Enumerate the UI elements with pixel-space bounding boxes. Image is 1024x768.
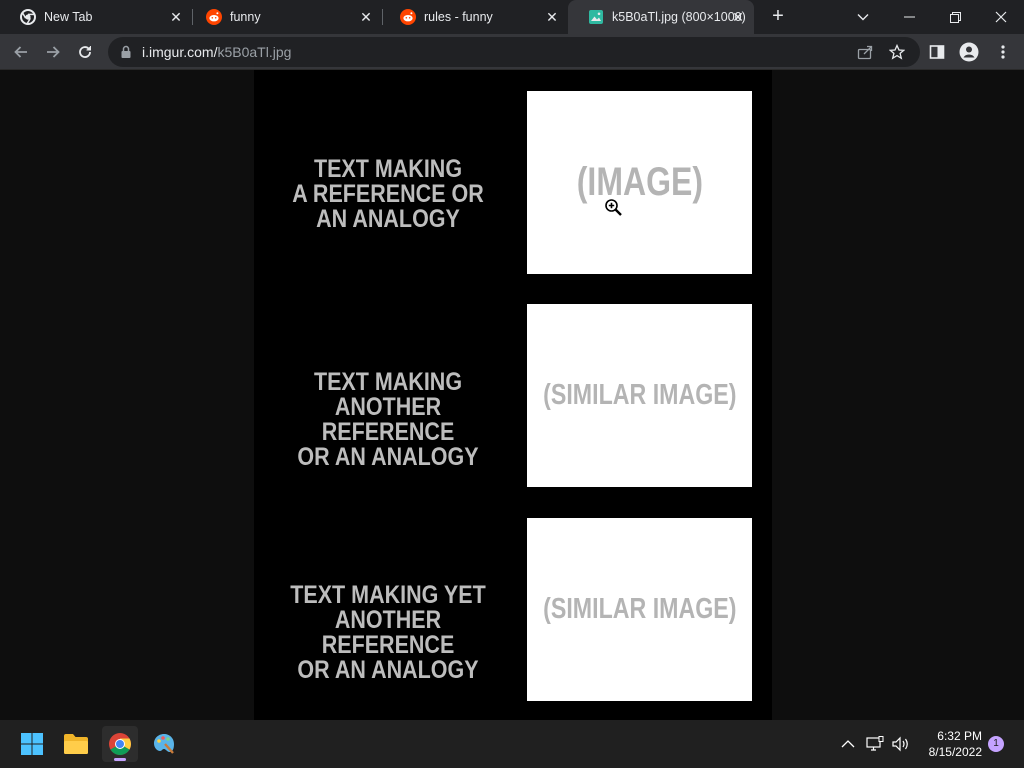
meme-text-line: ANOTHER REFERENCE — [321, 393, 455, 446]
meme-text-line: TEXT MAKING YET — [290, 581, 486, 609]
close-icon[interactable]: ✕ — [544, 9, 560, 25]
paint-palette-icon — [154, 734, 174, 754]
meme-text: TEXT MAKING A REFERENCE OR AN ANALOGY — [273, 157, 503, 232]
chevron-down-icon — [857, 14, 869, 21]
url-text: i.imgur.com/k5B0aTl.jpg — [142, 44, 291, 60]
arrow-right-icon — [47, 46, 60, 58]
tab-search-button[interactable] — [840, 0, 886, 34]
clock[interactable]: 6:32 PM 8/15/2022 — [916, 728, 982, 760]
browser-toolbar: i.imgur.com/k5B0aTl.jpg — [0, 34, 1024, 70]
meme-text: TEXT MAKING YET ANOTHER REFERENCE OR AN … — [273, 583, 503, 683]
meme-text-line: ANOTHER REFERENCE — [321, 606, 455, 659]
meme-text-line: AN ANALOGY — [316, 205, 460, 233]
profile-icon — [959, 42, 979, 62]
reload-button[interactable] — [72, 39, 98, 65]
minimize-button[interactable] — [886, 0, 932, 34]
url-path: k5B0aTl.jpg — [217, 44, 292, 60]
reddit-icon — [206, 9, 222, 25]
image-panel: (SIMILAR IMAGE) — [527, 304, 752, 487]
restore-icon — [949, 11, 961, 23]
minimize-icon — [903, 16, 915, 18]
clock-time: 6:32 PM — [937, 729, 982, 743]
share-button[interactable] — [852, 39, 878, 65]
chrome-icon — [109, 733, 131, 755]
tab-strip: New Tab ✕ funny ✕ rules - funny ✕ k5B0aT… — [0, 0, 1024, 34]
image-panel: (IMAGE) — [527, 91, 752, 274]
panel-label: (IMAGE) — [576, 160, 703, 204]
meme-text-line: OR AN ANALOGY — [297, 656, 479, 684]
bookmark-button[interactable] — [884, 39, 910, 65]
network-icon — [866, 736, 884, 751]
zoom-in-cursor-icon — [605, 199, 622, 216]
tab-new-tab[interactable]: New Tab ✕ — [0, 0, 192, 34]
speaker-icon — [892, 736, 908, 752]
meme-text-line: TEXT MAKING — [313, 368, 463, 396]
notification-badge[interactable]: 1 — [988, 736, 1004, 752]
close-icon — [995, 11, 1007, 23]
show-hidden-icons-button[interactable] — [838, 720, 858, 768]
meme-text: TEXT MAKING ANOTHER REFERENCE OR AN ANAL… — [273, 370, 503, 470]
address-bar[interactable]: i.imgur.com/k5B0aTl.jpg — [108, 37, 920, 67]
star-icon — [889, 44, 905, 60]
restore-button[interactable] — [932, 0, 978, 34]
panel-label: (SIMILAR IMAGE) — [542, 379, 737, 411]
side-panel-button[interactable] — [924, 39, 950, 65]
chrome-icon — [20, 9, 36, 25]
more-vertical-icon — [1001, 45, 1005, 59]
meme-text-line: A REFERENCE OR — [292, 180, 484, 208]
network-button[interactable] — [864, 720, 886, 768]
tab-rules-funny[interactable]: rules - funny ✕ — [380, 0, 568, 34]
close-icon[interactable]: ✕ — [358, 9, 374, 25]
tab-funny[interactable]: funny ✕ — [186, 0, 382, 34]
displayed-image[interactable]: TEXT MAKING A REFERENCE OR AN ANALOGY (I… — [254, 70, 772, 720]
image-panel: (SIMILAR IMAGE) — [527, 518, 752, 701]
meme-text-line: TEXT MAKING — [313, 155, 463, 183]
arrow-left-icon — [14, 46, 27, 58]
profile-button[interactable] — [956, 39, 982, 65]
close-icon[interactable]: ✕ — [168, 9, 184, 25]
reload-icon — [79, 46, 91, 58]
share-icon — [857, 45, 873, 60]
folder-icon — [64, 734, 88, 754]
chrome-taskbar-button[interactable] — [102, 726, 138, 762]
panel-label: (SIMILAR IMAGE) — [542, 593, 737, 625]
active-indicator — [114, 758, 126, 761]
tab-image[interactable]: k5B0aTl.jpg (800×1000) ✕ — [568, 0, 754, 34]
lock-icon[interactable] — [118, 44, 134, 60]
file-explorer-button[interactable] — [58, 726, 94, 762]
forward-button[interactable] — [40, 39, 66, 65]
menu-button[interactable] — [990, 39, 1016, 65]
meme-text-line: OR AN ANALOGY — [297, 443, 479, 471]
clock-date: 8/15/2022 — [928, 745, 982, 759]
taskbar: 6:32 PM 8/15/2022 — [0, 720, 1024, 768]
page-viewport: TEXT MAKING A REFERENCE OR AN ANALOGY (I… — [0, 70, 1024, 720]
close-icon[interactable]: ✕ — [730, 9, 746, 25]
windows-icon — [21, 733, 43, 755]
url-host: i.imgur.com/ — [142, 44, 218, 60]
paint-button[interactable] — [146, 726, 182, 762]
start-button[interactable] — [14, 726, 50, 762]
side-panel-icon — [929, 45, 945, 59]
close-window-button[interactable] — [978, 0, 1024, 34]
image-file-icon — [588, 9, 604, 25]
chevron-up-icon — [841, 740, 855, 748]
reddit-icon — [400, 9, 416, 25]
new-tab-button[interactable]: + — [766, 5, 790, 29]
back-button[interactable] — [8, 39, 34, 65]
volume-button[interactable] — [890, 720, 912, 768]
